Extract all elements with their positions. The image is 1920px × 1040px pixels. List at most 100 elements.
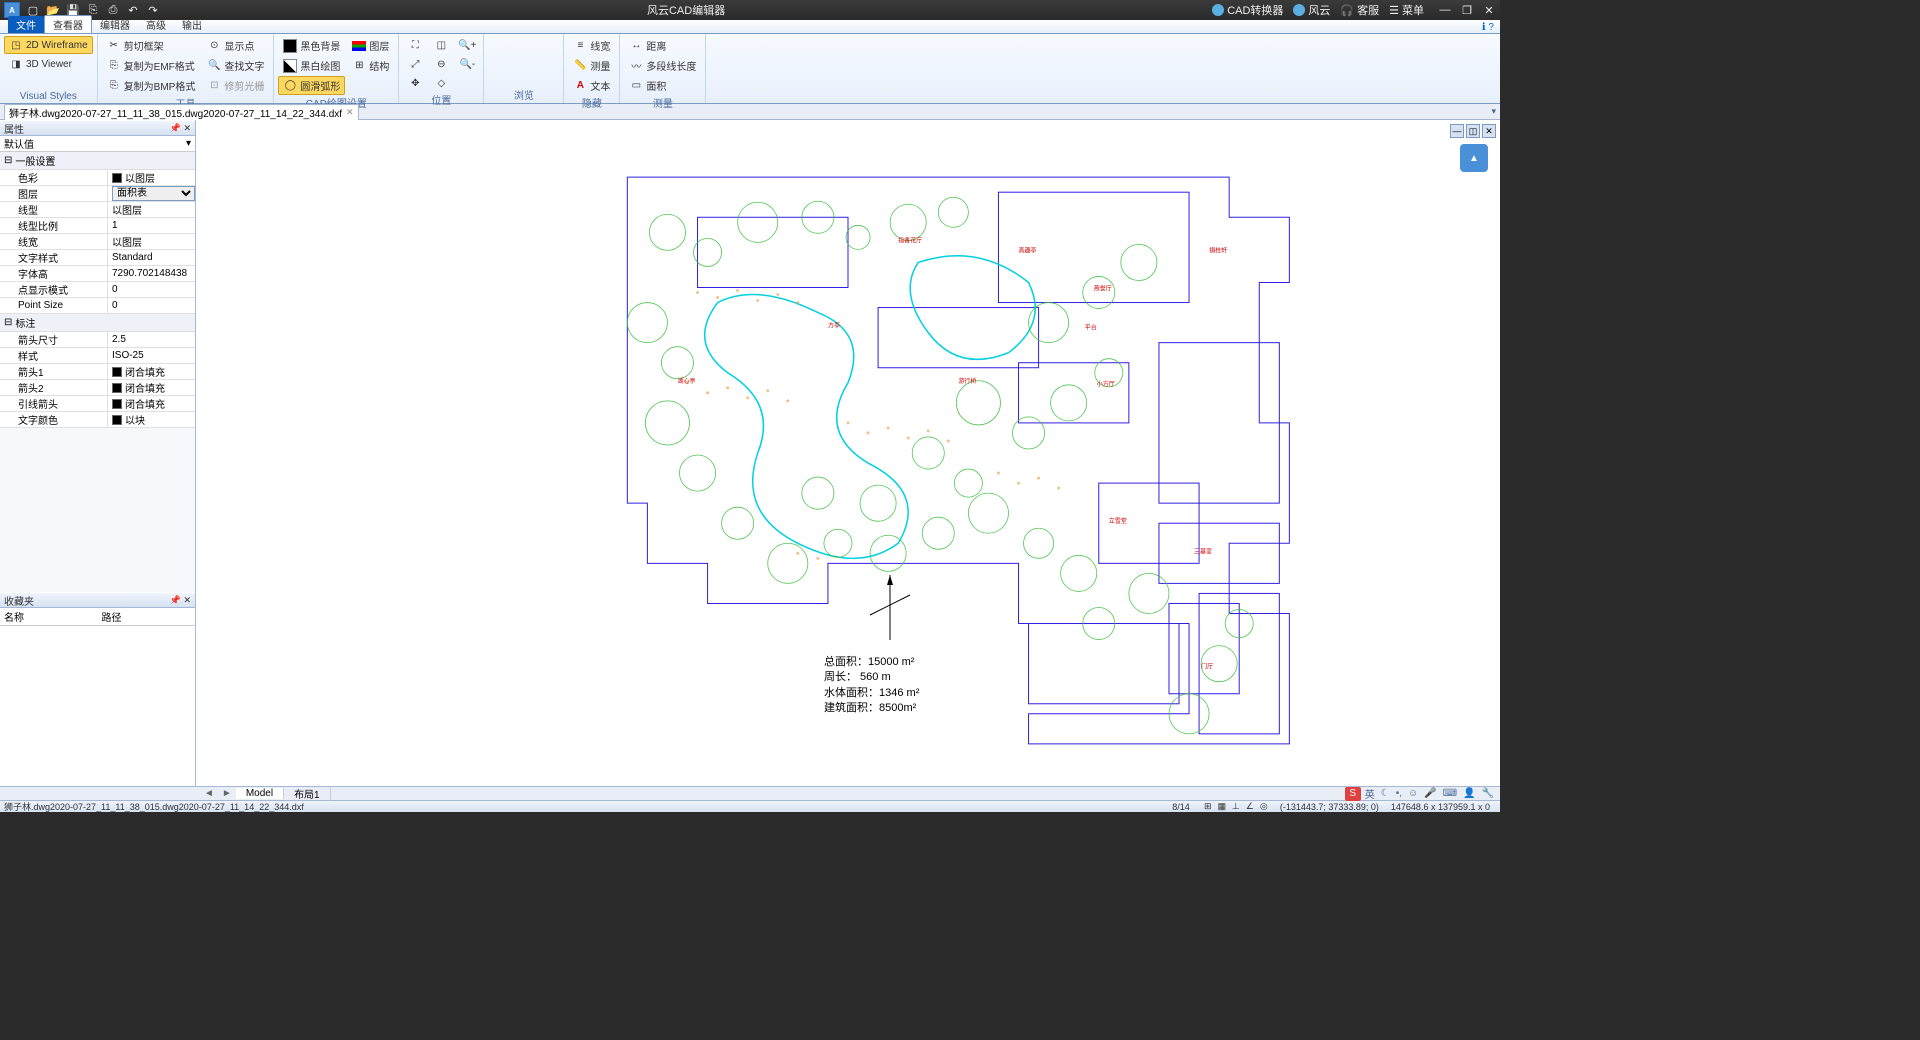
view-close-icon[interactable]: ✕ — [1482, 124, 1496, 138]
copyemf-button[interactable]: ⎘复制为EMF格式 — [102, 56, 201, 75]
prop-row[interactable]: 点显示模式0 — [0, 282, 195, 298]
copybmp-button[interactable]: ⎘复制为BMP格式 — [102, 76, 201, 95]
properties-default[interactable]: 默认值▾ — [0, 136, 195, 152]
prop-value[interactable]: 以图层 — [108, 170, 195, 185]
close-tab-icon[interactable]: ✕ — [346, 107, 354, 118]
support-link[interactable]: 🎧客服 — [1340, 2, 1379, 18]
osnap-icon[interactable]: ◎ — [1258, 801, 1270, 812]
fav-col-name[interactable]: 名称 — [0, 608, 98, 625]
lineweight-button[interactable]: ≡线宽 — [568, 36, 615, 55]
prop-value[interactable]: 7290.702148438 — [108, 266, 195, 281]
prop-value[interactable]: 2.5 — [108, 332, 195, 347]
prop-cat-general[interactable]: ⊟一般设置 — [0, 152, 195, 170]
pos-r1c2[interactable]: ◫ — [429, 36, 453, 54]
tab-advanced[interactable]: 高级 — [138, 16, 174, 33]
findtext-button[interactable]: 🔍查找文字 — [202, 56, 269, 75]
prop-value[interactable]: 以图层 — [108, 202, 195, 217]
prop-value[interactable]: 1 — [108, 218, 195, 233]
pin-icon[interactable]: 📌 ✕ — [170, 123, 191, 134]
prop-value[interactable]: 0 — [108, 298, 195, 313]
bwdraw-button[interactable]: 黑白绘图 — [278, 56, 345, 75]
close-button[interactable]: ✕ — [1482, 4, 1496, 17]
prop-value[interactable]: 闭合填充 — [108, 364, 195, 379]
grid-icon[interactable]: ▦ — [1216, 801, 1228, 812]
prop-row[interactable]: 文字颜色以块 — [0, 412, 195, 428]
ime-lang[interactable]: 英 — [1363, 786, 1377, 801]
new-icon[interactable]: ▢ — [26, 3, 40, 17]
pos-r3c2[interactable]: ◇ — [429, 74, 453, 92]
prop-row[interactable]: 箭头尺寸2.5 — [0, 332, 195, 348]
help-icon[interactable]: ℹ ? — [1482, 22, 1494, 33]
prop-value[interactable]: 以图层 — [108, 234, 195, 249]
distance-button[interactable]: ↔距离 — [624, 36, 701, 55]
brand-link[interactable]: 风云 — [1293, 2, 1330, 18]
tab-editor[interactable]: 编辑器 — [92, 16, 138, 33]
ime-person-icon[interactable]: 👤 — [1461, 788, 1477, 799]
fav-col-path[interactable]: 路径 — [98, 608, 196, 625]
viewcube[interactable]: ▲ — [1460, 144, 1488, 172]
prop-value[interactable]: 面积表 — [108, 186, 195, 201]
prop-row[interactable]: 样式ISO-25 — [0, 348, 195, 364]
ime-mic-icon[interactable]: 🎤 — [1422, 788, 1438, 799]
ime-moon-icon[interactable]: ☾ — [1379, 788, 1392, 799]
ime-icon[interactable]: S — [1345, 787, 1361, 801]
viewer3d-button[interactable]: ◨3D Viewer — [4, 55, 93, 73]
showpoint-button[interactable]: ⊙显示点 — [202, 36, 269, 55]
layers-button[interactable]: 图层 — [347, 36, 394, 55]
polar-icon[interactable]: ∠ — [1244, 801, 1256, 812]
cad-converter-link[interactable]: CAD转换器 — [1212, 2, 1283, 18]
tab-viewer[interactable]: 查看器 — [44, 15, 92, 33]
struct-button[interactable]: ⊞结构 — [347, 56, 394, 75]
smootharc-button[interactable]: ◯圆滑弧形 — [278, 76, 345, 95]
tab-layout1[interactable]: 布局1 — [284, 786, 331, 801]
polylength-button[interactable]: 〰多段线长度 — [624, 56, 701, 75]
prop-row[interactable]: 引线箭头闭合填充 — [0, 396, 195, 412]
prop-row[interactable]: 箭头2闭合填充 — [0, 380, 195, 396]
prop-row[interactable]: 箭头1闭合填充 — [0, 364, 195, 380]
wireframe-button[interactable]: ◳2D Wireframe — [4, 36, 93, 54]
prop-row[interactable]: 图层面积表 — [0, 186, 195, 202]
prop-value[interactable]: 闭合填充 — [108, 396, 195, 411]
pos-r1c3[interactable]: 🔍+ — [455, 36, 479, 54]
prop-cat-annotation[interactable]: ⊟标注 — [0, 314, 195, 332]
prop-row[interactable]: 文字样式Standard — [0, 250, 195, 266]
redo-icon[interactable]: ↷ — [146, 3, 160, 17]
layout-prev[interactable]: ◄ — [200, 788, 218, 799]
minimize-button[interactable]: — — [1438, 4, 1452, 17]
undo-icon[interactable]: ↶ — [126, 3, 140, 17]
ime-smile-icon[interactable]: ☺ — [1406, 788, 1420, 799]
text-button[interactable]: A文本 — [568, 76, 615, 95]
prop-row[interactable]: 线宽以图层 — [0, 234, 195, 250]
pos-r1c1[interactable]: ⛶ — [403, 36, 427, 54]
layer-select[interactable]: 面积表 — [112, 186, 195, 201]
prop-row[interactable]: 线型以图层 — [0, 202, 195, 218]
prop-value[interactable]: 闭合填充 — [108, 380, 195, 395]
area-button[interactable]: ▭面积 — [624, 76, 701, 95]
prop-value[interactable]: 0 — [108, 282, 195, 297]
tab-model[interactable]: Model — [236, 788, 284, 799]
ortho-icon[interactable]: ⊥ — [1230, 801, 1242, 812]
measure-button[interactable]: 📏测量 — [568, 56, 615, 75]
view-min-icon[interactable]: — — [1450, 124, 1464, 138]
prop-row[interactable]: 线型比例1 — [0, 218, 195, 234]
prop-row[interactable]: 字体高7290.702148438 — [0, 266, 195, 282]
blackbg-button[interactable]: 黑色背景 — [278, 36, 345, 55]
menu-link[interactable]: ☰菜单 — [1389, 2, 1424, 18]
view-tile-icon[interactable]: ◫ — [1466, 124, 1480, 138]
pos-r2c2[interactable]: ⊖ — [429, 55, 453, 73]
layout-next[interactable]: ► — [218, 788, 236, 799]
document-tab[interactable]: 狮子林.dwg2020-07-27_11_11_38_015.dwg2020-0… — [4, 104, 359, 120]
ime-tool-icon[interactable]: 🔧 — [1480, 788, 1496, 799]
prop-row[interactable]: Point Size0 — [0, 298, 195, 314]
prop-row[interactable]: 色彩以图层 — [0, 170, 195, 186]
prop-value[interactable]: 以块 — [108, 412, 195, 427]
print-icon[interactable]: ⎙ — [106, 3, 120, 17]
snap-icon[interactable]: ⊞ — [1202, 801, 1214, 812]
maximize-button[interactable]: ❐ — [1460, 4, 1474, 17]
tab-file[interactable]: 文件 — [8, 16, 44, 33]
prop-value[interactable]: Standard — [108, 250, 195, 265]
pin-icon[interactable]: 📌 ✕ — [170, 595, 191, 606]
pos-r2c1[interactable]: ⤢ — [403, 55, 427, 73]
doc-tabs-expand[interactable]: ▾ — [1491, 106, 1496, 117]
canvas[interactable]: — ◫ ✕ ▲ — [196, 120, 1500, 786]
